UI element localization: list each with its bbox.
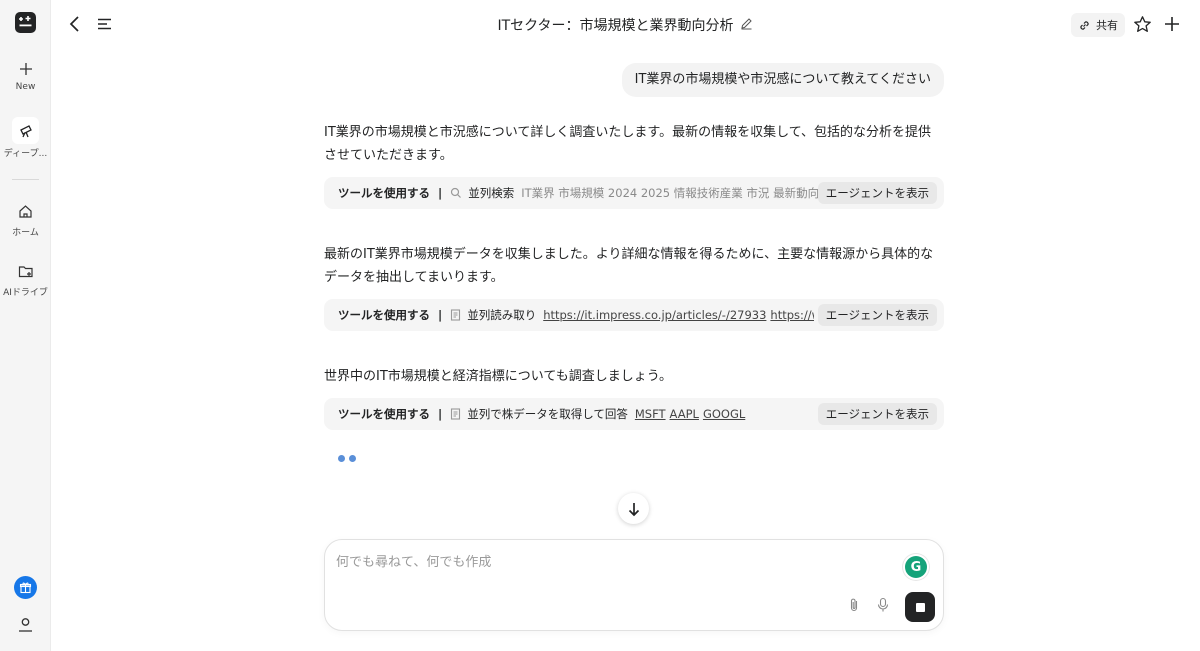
sidebar-item-home[interactable]: ホーム (0, 204, 51, 238)
assistant-message: 世界中のIT市場規模と経済指標についても調査しましょう。 (324, 369, 672, 384)
paperclip-icon (850, 598, 858, 612)
share-label: 共有 (1096, 19, 1118, 32)
microphone-icon (877, 597, 889, 612)
show-agent-button[interactable]: エージェントを表示 (817, 304, 937, 326)
menu-button[interactable] (96, 16, 113, 36)
tool-separator: | (438, 308, 443, 322)
grammarly-icon[interactable]: G (905, 556, 927, 578)
tool-call-label: ツールを使用する (338, 308, 430, 322)
document-icon (450, 408, 461, 420)
tool-separator: | (438, 407, 443, 421)
tool-name: 並列検索 (468, 186, 515, 200)
stop-icon (915, 602, 925, 612)
back-button[interactable] (67, 14, 83, 38)
sidebar: New ディープ... ホーム AIドライブ (0, 0, 51, 651)
tool-separator: | (438, 186, 443, 200)
pencil-icon (740, 17, 752, 29)
attach-button[interactable] (847, 597, 861, 617)
tool-call-read[interactable]: ツールを使用する | 並列読み取り https://it.impress.co.… (324, 299, 944, 331)
telescope-icon (19, 124, 32, 137)
tool-name: 並列で株データを取得して回答 (467, 407, 628, 421)
user-message-bubble: IT業界の市場規模や市況感について教えてください (621, 63, 944, 97)
tool-name: 並列読み取り (467, 308, 537, 322)
ticker-link[interactable]: MSFT (635, 407, 666, 421)
arrow-down-icon (628, 502, 639, 516)
composer: G (324, 539, 944, 631)
chevron-left-icon (69, 16, 79, 32)
assistant-message: 最新のIT業界市場規模データを収集しました。より詳細な情報を得るために、主要な情… (324, 247, 934, 285)
sidebar-item-label: ホーム (12, 228, 39, 238)
plus-icon (1165, 17, 1179, 31)
source-link[interactable]: https://www (770, 308, 814, 322)
menu-icon (98, 18, 111, 30)
loading-dot (349, 455, 356, 462)
sidebar-item-ai-drive[interactable]: AIドライブ (0, 264, 51, 298)
app-logo[interactable] (15, 12, 36, 33)
folder-icon (18, 266, 33, 278)
user-account-button[interactable] (16, 615, 35, 638)
grammarly-letter: G (910, 559, 922, 575)
home-icon (19, 205, 32, 218)
sidebar-divider (12, 179, 39, 180)
sidebar-item-label: ディープ... (3, 149, 48, 159)
stop-button[interactable] (905, 592, 935, 622)
logo-icon (19, 16, 32, 27)
tool-call-stock[interactable]: ツールを使用する | 並列で株データを取得して回答 MSFT AAPL GOOG… (324, 398, 944, 430)
sidebar-item-deep-research[interactable]: ディープ... (0, 117, 51, 159)
search-icon (450, 187, 462, 199)
page-title-text: ITセクター：市場規模と業界動向分析 (497, 18, 734, 34)
edit-title-button[interactable] (740, 17, 753, 34)
sidebar-item-label: New (15, 82, 36, 92)
chat-input[interactable] (336, 550, 896, 574)
assistant-message: IT業界の市場規模と市況感について詳しく調査いたします。最新の情報を収集して、包… (324, 125, 932, 163)
ticker-link[interactable]: GOOGL (703, 407, 745, 421)
new-chat-button[interactable] (1163, 15, 1181, 37)
page-title: ITセクター：市場規模と業界動向分析 (400, 15, 850, 35)
gift-icon (19, 582, 32, 594)
user-icon (19, 618, 32, 632)
voice-input-button[interactable] (876, 597, 890, 617)
show-agent-button[interactable]: エージェントを表示 (817, 403, 937, 425)
favorite-button[interactable] (1133, 15, 1152, 38)
plus-icon (19, 63, 32, 75)
link-icon (1080, 20, 1089, 30)
sidebar-item-new[interactable]: New (0, 62, 51, 92)
loading-dot (338, 455, 345, 462)
tool-call-search[interactable]: ツールを使用する | 並列検索 IT業界 市場規模 2024 2025 情報技術… (324, 177, 944, 209)
share-button[interactable]: 共有 (1071, 13, 1125, 37)
source-link[interactable]: https://it.impress.co.jp/articles/-/2793… (543, 308, 766, 322)
tool-call-label: ツールを使用する (338, 407, 430, 421)
scroll-to-bottom-button[interactable] (618, 493, 649, 524)
show-agent-button[interactable]: エージェントを表示 (817, 182, 937, 204)
star-icon (1134, 16, 1151, 32)
ticker-link[interactable]: AAPL (670, 407, 699, 421)
sidebar-item-label: AIドライブ (3, 288, 48, 298)
tool-call-label: ツールを使用する (338, 186, 430, 200)
document-icon (450, 309, 461, 321)
gift-button[interactable] (14, 576, 37, 599)
tool-links: https://it.impress.co.jp/articles/-/2793… (543, 308, 814, 322)
